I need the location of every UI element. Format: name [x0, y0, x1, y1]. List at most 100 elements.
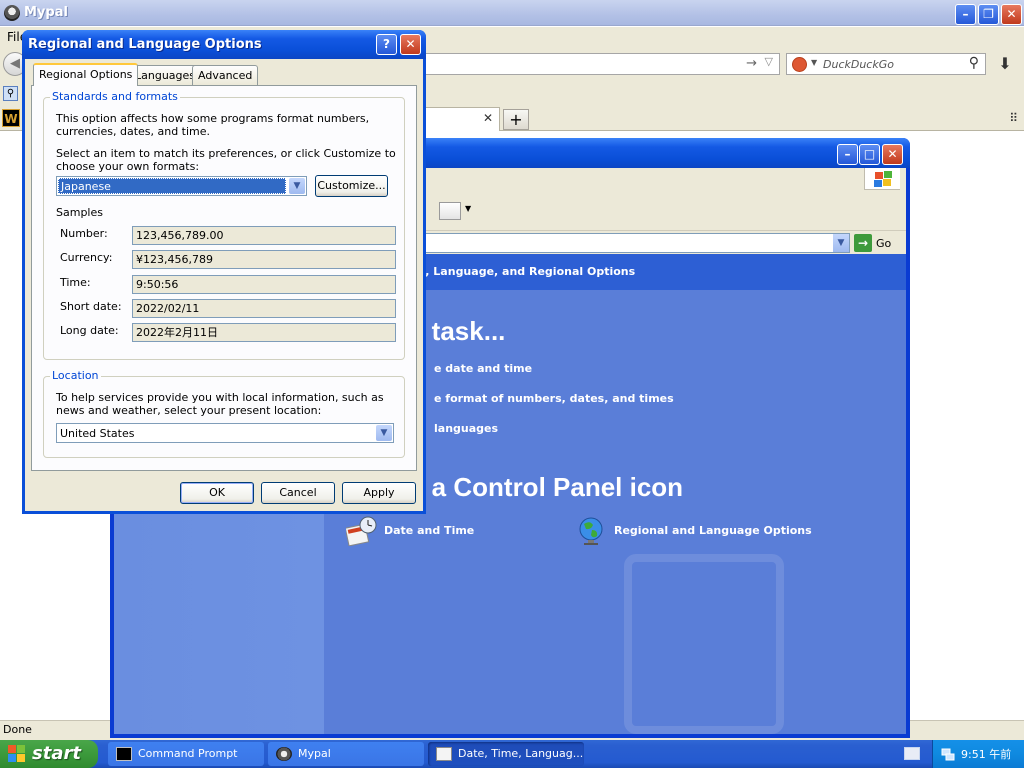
cp-icon-label: Date and Time	[384, 524, 475, 537]
url-bar[interactable]: → ▽	[420, 53, 780, 75]
minimize-button[interactable]: –	[955, 4, 976, 25]
customize-button[interactable]: Customize...	[315, 175, 388, 197]
sample-field-currency: ¥123,456,789	[132, 250, 396, 269]
url-dropdown-icon[interactable]: ▽	[765, 55, 773, 68]
status-text: Done	[3, 723, 32, 736]
cp-icon-label: Regional and Language Options	[614, 524, 812, 537]
close-tab-icon[interactable]: ✕	[483, 111, 493, 125]
category-header: ne, Language, and Regional Options	[410, 265, 636, 278]
clock[interactable]: 9:51 午前	[961, 746, 1011, 762]
cancel-button[interactable]: Cancel	[261, 482, 335, 504]
duckduckgo-icon	[792, 57, 807, 72]
location-group-label: Location	[50, 369, 101, 382]
task-link-format[interactable]: e format of numbers, dates, and times	[434, 392, 674, 405]
start-button[interactable]: start	[0, 740, 98, 768]
locale-select[interactable]: Japanese ▼	[56, 176, 307, 196]
taskbar: start Command Prompt Mypal Date, Time, L…	[0, 740, 1024, 768]
calendar-clock-icon	[344, 516, 378, 547]
chevron-down-icon[interactable]: ▼	[376, 425, 392, 441]
go-arrow-icon[interactable]: →	[746, 56, 757, 71]
location-select[interactable]: United States ▼	[56, 423, 394, 443]
pick-icon-heading: k a Control Panel icon	[410, 472, 684, 502]
location-group: Location To help services provide you wi…	[43, 369, 405, 458]
network-icon[interactable]	[941, 747, 955, 761]
taskbar-item-label: Mypal	[298, 747, 331, 760]
apply-button[interactable]: Apply	[342, 482, 416, 504]
tab-regional-options[interactable]: Regional Options	[33, 63, 139, 86]
sample-label-long-date: Long date:	[60, 324, 119, 337]
sample-field-time: 9:50:56	[132, 275, 396, 294]
restore-button[interactable]: ❐	[978, 4, 999, 25]
ok-button[interactable]: OK	[180, 482, 254, 504]
mypal-title-bar: Mypal – ❐ ✕	[0, 0, 1024, 26]
cp-bottom-border	[114, 734, 906, 738]
search-engine-dropdown-icon[interactable]: ▼	[811, 58, 817, 67]
dialog-title: Regional and Language Options	[28, 37, 262, 52]
watermark-icon	[624, 554, 784, 734]
go-arrow-icon: →	[854, 234, 872, 252]
standards-instruction: Select an item to match its preferences,…	[56, 147, 396, 173]
cp-icon-regional[interactable]: Regional and Language Options	[576, 516, 812, 546]
windows-logo-icon	[8, 745, 26, 763]
go-label: Go	[876, 236, 892, 250]
system-tray: 9:51 午前	[932, 740, 1024, 768]
tab-panel: Standards and formats This option affect…	[31, 85, 417, 471]
sample-field-number: 123,456,789.00	[132, 226, 396, 245]
windows-flag-icon	[864, 168, 900, 190]
sample-field-long-date: 2022年2月11日	[132, 323, 396, 342]
download-icon[interactable]: ⬇	[992, 53, 1018, 75]
tab-favicon-icon[interactable]: W	[2, 109, 20, 127]
search-placeholder: DuckDuckGo	[823, 58, 894, 71]
task-link-date-time[interactable]: e date and time	[434, 362, 532, 375]
dialog-close-button[interactable]: ✕	[400, 34, 421, 55]
sample-field-short-date: 2022/02/11	[132, 299, 396, 318]
task-link-languages[interactable]: languages	[434, 422, 498, 435]
chevron-down-icon[interactable]: ▼	[289, 178, 305, 194]
samples-heading: Samples	[56, 206, 103, 219]
sample-label-time: Time:	[60, 276, 91, 289]
sample-label-short-date: Short date:	[60, 300, 122, 313]
globe-icon	[576, 516, 608, 546]
new-tab-button[interactable]: +	[503, 109, 529, 130]
start-label: start	[32, 743, 81, 764]
taskbar-item-date-time-language[interactable]: Date, Time, Languag...	[428, 742, 584, 766]
keyboard-icon[interactable]	[904, 747, 920, 760]
tab-advanced[interactable]: Advanced	[192, 65, 259, 85]
bookmark-icon[interactable]: ⚲	[3, 86, 18, 101]
location-text: To help services provide you with local …	[56, 391, 384, 417]
taskbar-item-label: Command Prompt	[138, 747, 238, 760]
go-button[interactable]: → Go	[854, 234, 891, 252]
control-panel-icon	[436, 747, 452, 761]
dialog-body: Regional Options Languages Advanced Stan…	[25, 59, 423, 511]
mypal-icon	[276, 747, 292, 761]
locale-value: Japanese	[58, 178, 286, 194]
command-prompt-icon	[116, 747, 132, 761]
standards-group: Standards and formats This option affect…	[43, 90, 405, 360]
address-dropdown-icon[interactable]: ▼	[833, 234, 849, 252]
dialog-title-bar: Regional and Language Options ? ✕	[22, 30, 426, 59]
tab-languages[interactable]: Languages	[129, 65, 202, 85]
cp-icon-date-time[interactable]: Date and Time	[344, 516, 475, 547]
search-icon[interactable]: ⚲	[969, 55, 979, 71]
search-bar[interactable]: ▼ DuckDuckGo ⚲	[786, 53, 986, 75]
location-value: United States	[60, 427, 135, 440]
standards-intro: This option affects how some programs fo…	[56, 112, 370, 138]
tabs-menu-icon[interactable]: ⠿	[1009, 111, 1018, 125]
taskbar-item-command-prompt[interactable]: Command Prompt	[108, 742, 264, 766]
browser-tab[interactable]: ✕	[420, 107, 500, 131]
cp-maximize-button[interactable]: □	[859, 144, 880, 165]
mypal-app-icon	[4, 5, 20, 21]
views-dropdown-icon[interactable]: ▼	[465, 204, 471, 213]
mypal-title: Mypal	[24, 5, 68, 20]
standards-group-label: Standards and formats	[50, 90, 180, 103]
taskbar-item-mypal[interactable]: Mypal	[268, 742, 424, 766]
cp-minimize-button[interactable]: –	[837, 144, 858, 165]
sample-label-number: Number:	[60, 227, 108, 240]
sample-label-currency: Currency:	[60, 251, 113, 264]
help-button[interactable]: ?	[376, 34, 397, 55]
views-icon[interactable]	[439, 202, 461, 220]
regional-options-dialog: Regional and Language Options ? ✕ Region…	[22, 30, 426, 514]
cp-close-button[interactable]: ✕	[882, 144, 903, 165]
close-button[interactable]: ✕	[1001, 4, 1022, 25]
taskbar-item-label: Date, Time, Languag...	[458, 747, 584, 760]
